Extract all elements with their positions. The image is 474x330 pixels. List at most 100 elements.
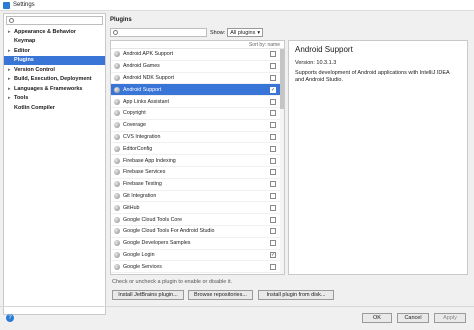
plugin-name: Google Login bbox=[123, 251, 155, 258]
plugin-enabled-checkbox[interactable] bbox=[270, 110, 276, 117]
cancel-button[interactable]: Cancel bbox=[397, 313, 429, 323]
plugin-list-scrollbar[interactable] bbox=[280, 49, 284, 274]
page-title: Plugins bbox=[110, 17, 132, 23]
plugin-icon bbox=[114, 169, 120, 176]
sidebar-item-kotlin-compiler[interactable]: Kotlin Compiler bbox=[4, 103, 105, 113]
plugin-enabled-checkbox[interactable]: ✓ bbox=[270, 86, 276, 93]
sidebar-item-keymap[interactable]: Keymap bbox=[4, 37, 105, 47]
plugin-enabled-checkbox[interactable] bbox=[270, 216, 276, 223]
plugin-name: Google Cloud Tools For Android Studio bbox=[123, 228, 215, 235]
plugin-row[interactable]: EditorConfig bbox=[111, 143, 284, 156]
plugin-icon bbox=[114, 192, 120, 199]
plugin-enabled-checkbox[interactable] bbox=[270, 192, 276, 199]
plugin-icon bbox=[114, 157, 120, 164]
plugin-icon bbox=[114, 204, 120, 211]
plugin-row[interactable]: Copyright bbox=[111, 108, 284, 120]
plugin-row[interactable]: Firebase Testing bbox=[111, 179, 284, 191]
install-plugin-from-disk-button[interactable]: Install plugin from disk... bbox=[258, 290, 334, 300]
app-icon bbox=[3, 1, 10, 9]
sidebar-item-tools[interactable]: ▸ Tools bbox=[4, 94, 105, 104]
plugin-list: Sort by: name Android APK Support Android… bbox=[110, 40, 285, 275]
plugin-row[interactable]: Google Login ✓ bbox=[111, 250, 284, 262]
detail-title: Android Support bbox=[295, 45, 353, 54]
plugin-row[interactable]: Android APK Support bbox=[111, 49, 284, 61]
plugin-enabled-checkbox[interactable] bbox=[270, 63, 276, 70]
plugin-row[interactable]: Google Cloud Tools For Android Studio bbox=[111, 226, 284, 238]
plugin-enabled-checkbox[interactable] bbox=[270, 169, 276, 176]
plugin-icon bbox=[114, 98, 120, 105]
plugin-enabled-checkbox[interactable] bbox=[270, 157, 276, 164]
plugin-enabled-checkbox[interactable] bbox=[270, 51, 276, 58]
plugin-row[interactable]: Firebase Services bbox=[111, 167, 284, 179]
plugin-icon bbox=[114, 181, 120, 188]
footer-divider bbox=[0, 306, 474, 307]
show-filter-value: All plugins bbox=[230, 29, 256, 36]
plugin-icon bbox=[114, 133, 120, 140]
plugin-row[interactable]: Google Services bbox=[111, 261, 284, 274]
sidebar-search-input[interactable] bbox=[6, 16, 103, 25]
plugin-icon bbox=[114, 51, 120, 58]
window-title: Settings bbox=[13, 2, 35, 8]
ok-button[interactable]: OK bbox=[362, 313, 392, 323]
plugin-name: Copyright bbox=[123, 110, 146, 117]
help-icon[interactable]: ? bbox=[6, 314, 14, 322]
sidebar-item-label: Build, Execution, Deployment bbox=[14, 76, 92, 83]
plugin-row[interactable]: GitHub bbox=[111, 202, 284, 215]
plugin-icon bbox=[114, 122, 120, 129]
plugin-row[interactable]: CVS Integration bbox=[111, 132, 284, 144]
plugin-enabled-checkbox[interactable] bbox=[270, 204, 276, 211]
sidebar-item-label: Appearance & Behavior bbox=[14, 28, 77, 35]
sidebar-item-languages-frameworks[interactable]: ▸ Languages & Frameworks bbox=[4, 84, 105, 94]
plugin-icon bbox=[114, 251, 120, 258]
plugin-row[interactable]: Git Integration bbox=[111, 191, 284, 203]
plugin-enabled-checkbox[interactable] bbox=[270, 133, 276, 140]
plugin-enabled-checkbox[interactable] bbox=[270, 263, 276, 270]
sidebar-item-editor[interactable]: ▸ Editor bbox=[4, 46, 105, 56]
plugin-enabled-checkbox[interactable] bbox=[270, 74, 276, 81]
show-filter-select[interactable]: All plugins ▾ bbox=[227, 28, 264, 37]
plugin-enabled-checkbox[interactable] bbox=[270, 228, 276, 235]
install-jetbrains-plugin-button[interactable]: Install JetBrains plugin... bbox=[112, 290, 184, 300]
sidebar-item-label: Keymap bbox=[14, 38, 36, 45]
sidebar-item-appearance-behavior[interactable]: ▸ Appearance & Behavior bbox=[4, 27, 105, 37]
plugin-row[interactable]: Coverage bbox=[111, 120, 284, 132]
plugin-row[interactable]: Google Developers Samples bbox=[111, 238, 284, 250]
chevron-down-icon: ▾ bbox=[257, 29, 261, 36]
plugin-name: EditorConfig bbox=[123, 145, 153, 152]
plugin-rows: Android APK Support Android Games Android … bbox=[111, 49, 284, 274]
plugin-row[interactable]: Google Cloud Tools Core bbox=[111, 214, 284, 226]
sort-by-link[interactable]: Sort by: name bbox=[111, 41, 284, 49]
plugin-search-input[interactable] bbox=[110, 28, 207, 37]
sidebar-search-field[interactable] bbox=[16, 17, 96, 24]
plugin-name: Firebase App Indexing bbox=[123, 157, 176, 164]
plugin-detail-panel: Android Support Version: 10.3.1.3 Suppor… bbox=[288, 40, 468, 275]
plugin-enabled-checkbox[interactable] bbox=[270, 122, 276, 129]
plugin-enabled-checkbox[interactable]: ✓ bbox=[270, 251, 276, 258]
browse-repositories-button[interactable]: Browse repositories... bbox=[188, 290, 253, 300]
sidebar-item-label: Kotlin Compiler bbox=[14, 104, 55, 111]
plugin-row[interactable]: App Links Assistant bbox=[111, 96, 284, 108]
plugin-name: Android Support bbox=[123, 86, 162, 93]
settings-sidebar: ▸ Appearance & Behavior Keymap ▸ Editor Plugi… bbox=[3, 13, 106, 315]
sidebar-item-plugins[interactable]: Plugins bbox=[4, 55, 105, 65]
plugin-enabled-checkbox[interactable] bbox=[270, 181, 276, 188]
filter-row: Show: All plugins ▾ bbox=[110, 28, 264, 37]
plugin-row[interactable]: Android Games bbox=[111, 61, 284, 73]
search-icon bbox=[113, 30, 118, 35]
sidebar-item-build-execution-deployment[interactable]: ▸ Build, Execution, Deployment bbox=[4, 75, 105, 85]
plugin-name: Firebase Testing bbox=[123, 181, 162, 188]
plugin-name: Google Services bbox=[123, 263, 162, 270]
plugin-enabled-checkbox[interactable] bbox=[270, 145, 276, 152]
apply-button[interactable]: Apply bbox=[434, 313, 466, 323]
sidebar-item-version-control[interactable]: ▸ Version Control bbox=[4, 65, 105, 75]
plugin-hint-text: Check or uncheck a plugin to enable or d… bbox=[112, 279, 233, 285]
plugin-enabled-checkbox[interactable] bbox=[270, 98, 276, 105]
plugin-enabled-checkbox[interactable] bbox=[270, 240, 276, 247]
sidebar-item-label: Plugins bbox=[14, 57, 34, 64]
plugin-row[interactable]: Android NDK Support bbox=[111, 73, 284, 85]
plugin-row[interactable]: Android Support ✓ bbox=[111, 84, 284, 97]
title-bar: Settings bbox=[0, 0, 474, 11]
show-label: Show: bbox=[210, 29, 226, 36]
plugin-row[interactable]: Firebase App Indexing bbox=[111, 155, 284, 167]
scrollbar-thumb[interactable] bbox=[280, 49, 284, 109]
